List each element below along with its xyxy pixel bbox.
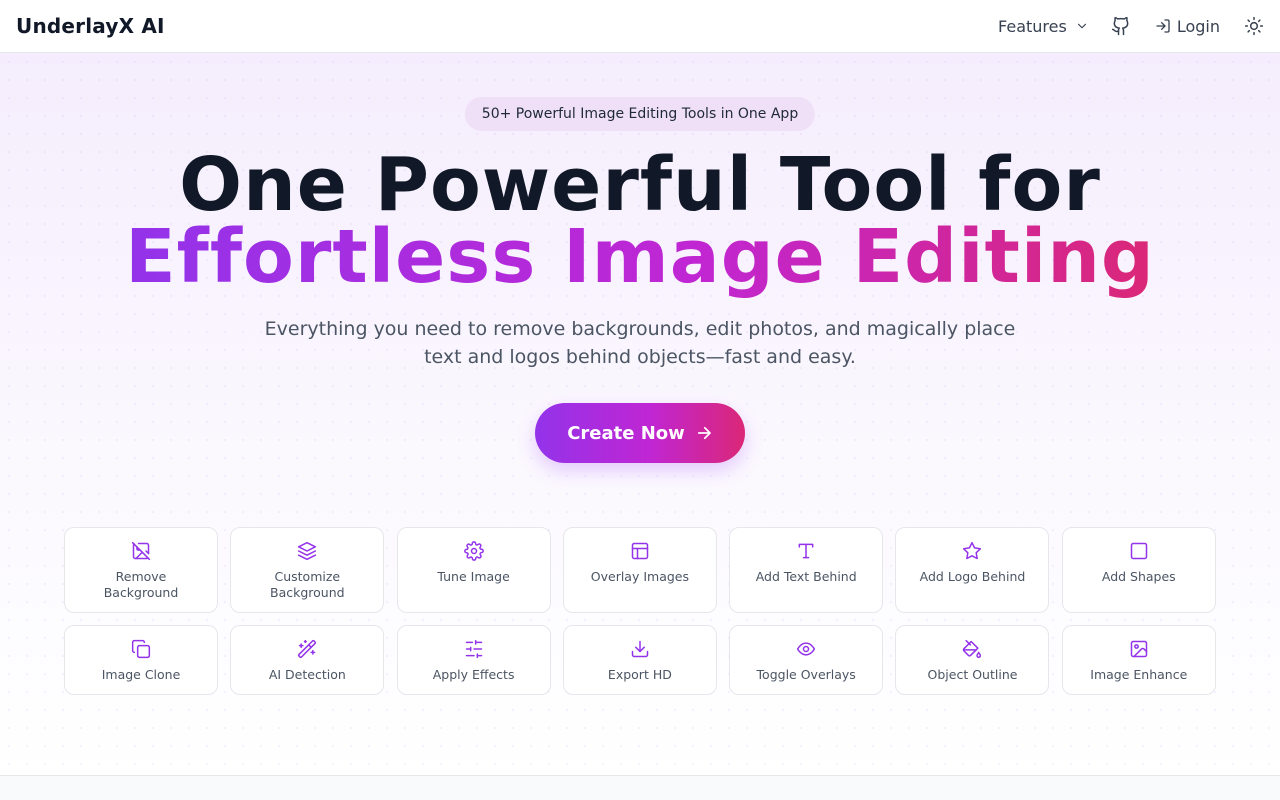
feature-label: Tune Image [437, 569, 510, 584]
login-label: Login [1176, 16, 1220, 36]
hero-title-line2: Effortless Image Editing [0, 215, 1280, 299]
feature-grid: Remove Background Customize Background T… [64, 527, 1216, 695]
arrow-right-icon [697, 426, 711, 440]
login-link[interactable]: Login [1155, 17, 1220, 36]
download-icon [630, 639, 650, 659]
feature-card-toggle-overlays[interactable]: Toggle Overlays [729, 625, 884, 695]
hero-title-gradient: Effortless Image Editing [125, 214, 1155, 300]
star-icon [962, 541, 982, 561]
feature-label: Add Text Behind [755, 569, 857, 584]
sliders-icon [464, 639, 484, 659]
feature-card-image-enhance[interactable]: Image Enhance [1061, 625, 1216, 695]
feature-card-image-clone[interactable]: Image Clone [64, 625, 218, 695]
chevron-down-icon [1077, 23, 1086, 29]
magic-wand-icon [297, 639, 317, 659]
features-menu[interactable]: Features [998, 17, 1089, 36]
feature-label: Export HD [607, 667, 672, 682]
feature-label: Add Shapes [1101, 569, 1176, 584]
feature-card-export-hd[interactable]: Export HD [562, 625, 717, 695]
feature-card-overlay-images[interactable]: Overlay Images [562, 527, 717, 613]
feature-label: Image Clone [101, 667, 181, 682]
feature-card-apply-effects[interactable]: Apply Effects [396, 625, 551, 695]
feature-label: Remove Background [103, 569, 179, 600]
type-icon [796, 541, 816, 561]
feature-label: Apply Effects [432, 667, 515, 682]
feature-label: Toggle Overlays [756, 667, 856, 682]
github-link[interactable] [1111, 16, 1131, 36]
sun-icon [1244, 16, 1264, 36]
feature-card-object-outline[interactable]: Object Outline [895, 625, 1050, 695]
eye-icon [796, 639, 816, 659]
paint-bucket-icon [962, 639, 982, 659]
navbar: UnderlayX AI Features Login [0, 0, 1280, 53]
feature-label: Add Logo Behind [919, 569, 1026, 584]
image-icon [1129, 639, 1149, 659]
tools-badge: 50+ Powerful Image Editing Tools in One … [464, 97, 816, 131]
layout-icon [630, 541, 650, 561]
layers-icon [297, 541, 317, 561]
feature-card-remove-background[interactable]: Remove Background [64, 527, 218, 613]
feature-card-customize-background[interactable]: Customize Background [230, 527, 385, 613]
hero-section: 50+ Powerful Image Editing Tools in One … [0, 53, 1280, 775]
feature-card-add-text-behind[interactable]: Add Text Behind [729, 527, 884, 613]
feature-card-add-logo-behind[interactable]: Add Logo Behind [895, 527, 1050, 613]
brand-logo[interactable]: UnderlayX AI [16, 14, 165, 38]
nav-right: Features Login [998, 16, 1264, 36]
github-icon [1111, 16, 1129, 36]
feature-label: Customize Background [270, 569, 345, 600]
feature-card-add-shapes[interactable]: Add Shapes [1061, 527, 1216, 613]
create-now-button[interactable]: Create Now [535, 403, 745, 463]
feature-label: AI Detection [268, 667, 346, 682]
feature-label: Image Enhance [1090, 667, 1188, 682]
image-off-icon [131, 541, 151, 561]
gear-icon [463, 541, 484, 561]
features-label: Features [998, 16, 1067, 36]
login-icon [1156, 19, 1170, 33]
feature-label: Object Outline [927, 667, 1018, 682]
theme-toggle[interactable] [1244, 16, 1264, 36]
copy-icon [131, 639, 151, 659]
footer-strip [0, 775, 1280, 800]
create-now-label: Create Now [567, 422, 685, 444]
feature-label: Overlay Images [590, 569, 689, 584]
feature-card-ai-detection[interactable]: AI Detection [230, 625, 385, 695]
square-icon [1129, 541, 1149, 561]
hero-subtitle: Everything you need to remove background… [264, 318, 1016, 368]
feature-card-tune-image[interactable]: Tune Image [396, 527, 551, 613]
